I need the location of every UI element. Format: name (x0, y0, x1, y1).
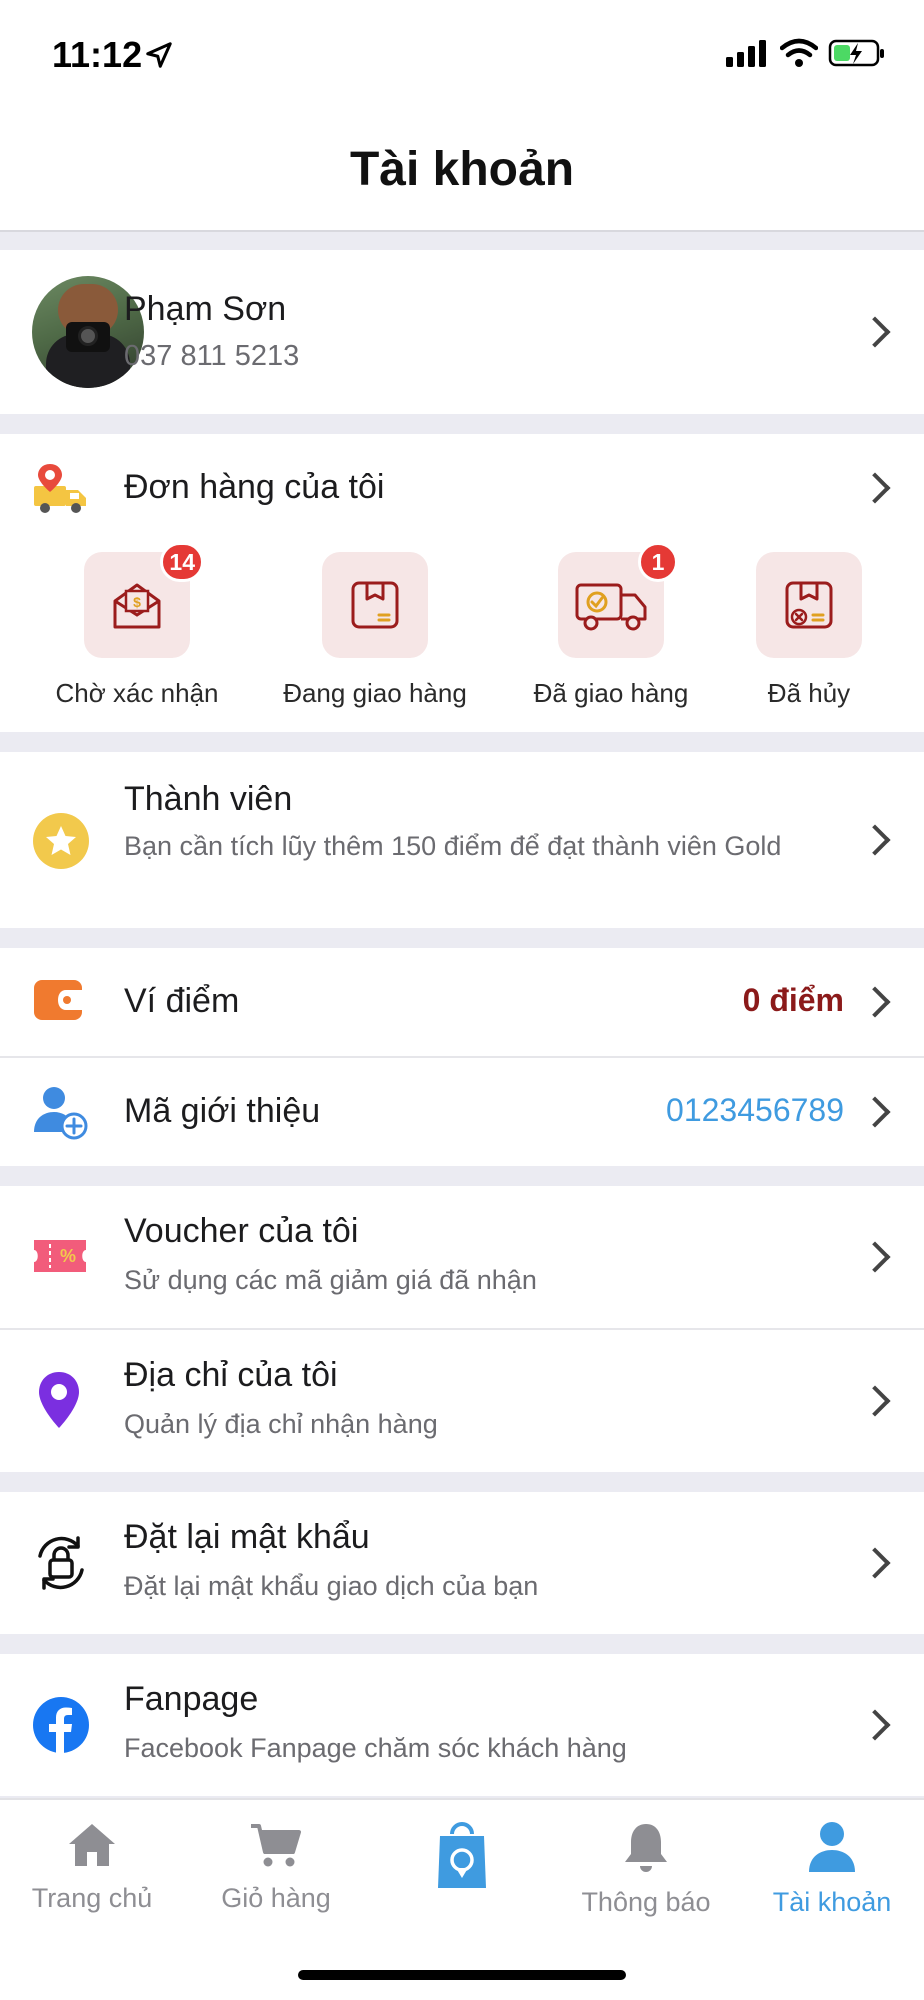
chevron-right-icon (859, 1547, 891, 1579)
lock-reset-icon (38, 1536, 84, 1590)
home-icon (69, 1824, 115, 1866)
status-icons (726, 38, 886, 68)
fanpage-title: Fanpage (124, 1680, 259, 1718)
battery-icon (828, 39, 884, 67)
membership-subtitle: Bạn cần tích lũy thêm 150 điểm để đạt th… (124, 831, 782, 861)
chevron-right-icon (859, 472, 891, 504)
bell-icon (625, 1824, 667, 1872)
order-status-label: Chờ xác nhận (55, 678, 219, 708)
address-subtitle: Quản lý địa chỉ nhận hàng (124, 1409, 438, 1439)
status-time: 11:12 (52, 34, 143, 75)
membership-row[interactable]: Thành viên Bạn cần tích lũy thêm 150 điể… (0, 752, 924, 928)
address-row[interactable]: Địa chỉ của tôi Quản lý địa chỉ nhận hàn… (0, 1330, 924, 1472)
order-badge-pending: 14 (160, 542, 204, 582)
star-badge-icon (33, 813, 89, 869)
referral-code-value: 0123456789 (666, 1092, 844, 1128)
order-status-cancelled[interactable]: Đã hủy (704, 552, 914, 709)
reset-password-row[interactable]: Đặt lại mật khẩu Đặt lại mật khẩu giao d… (0, 1492, 924, 1634)
wifi-icon (780, 38, 818, 67)
chevron-right-icon (859, 1096, 891, 1128)
address-title: Địa chỉ của tôi (124, 1356, 338, 1394)
facebook-icon (33, 1697, 89, 1754)
voucher-title: Voucher của tôi (124, 1212, 359, 1250)
tab-label: Tài khoản (772, 1887, 892, 1917)
svg-text:$: $ (133, 594, 141, 610)
profile-phone: 037 811 5213 (124, 340, 300, 372)
order-status-label: Đang giao hàng (283, 678, 467, 708)
tab-label: Giỏ hàng (221, 1883, 331, 1913)
order-status-shipping[interactable]: Đang giao hàng (270, 552, 480, 709)
reset-password-subtitle: Đặt lại mật khẩu giao dịch của bạn (124, 1571, 539, 1601)
wallet-points-value: 0 điểm (742, 982, 844, 1018)
chevron-right-icon (859, 986, 891, 1018)
fanpage-subtitle: Facebook Fanpage chăm sóc khách hàng (124, 1733, 627, 1763)
order-status-label: Đã hủy (767, 678, 851, 708)
tab-label: Trang chủ (31, 1883, 153, 1913)
voucher-ticket-icon: % (34, 1240, 86, 1272)
voucher-subtitle: Sử dụng các mã giảm giá đã nhận (124, 1265, 537, 1295)
chevron-right-icon (859, 1241, 891, 1273)
profile-name: Phạm Sơn (124, 290, 287, 328)
profile-card[interactable]: Phạm Sơn 037 811 5213 (0, 250, 924, 414)
order-status-pending-box: $ 14 (84, 542, 204, 658)
fanpage-row[interactable]: Fanpage Facebook Fanpage chăm sóc khách … (0, 1654, 924, 1796)
tab-label: Thông báo (581, 1887, 711, 1917)
user-icon (809, 1822, 855, 1872)
location-pin-icon (39, 1372, 79, 1428)
order-status-label: Đã giao hàng (533, 678, 689, 708)
referral-row[interactable]: Mã giới thiệu 0123456789 (0, 1058, 924, 1166)
tab-home[interactable]: Trang chủ (0, 1820, 184, 1914)
tab-notifications[interactable]: Thông báo (554, 1820, 738, 1918)
wallet-icon (34, 980, 82, 1020)
tab-account[interactable]: Tài khoản (740, 1820, 924, 1918)
order-status-delivered[interactable]: 1 Đã giao hàng (506, 542, 716, 709)
referral-title: Mã giới thiệu (124, 1092, 321, 1130)
voucher-row[interactable]: % Voucher của tôi Sử dụng các mã giảm gi… (0, 1186, 924, 1328)
order-status-pending[interactable]: $ 14 Chờ xác nhận (32, 542, 242, 709)
location-arrow-icon (146, 42, 172, 68)
add-user-icon (34, 1087, 88, 1140)
tab-shop[interactable] (370, 1820, 554, 1903)
chevron-right-icon (859, 1709, 891, 1741)
cart-icon (251, 1824, 301, 1867)
tab-cart[interactable]: Giỏ hàng (184, 1820, 368, 1914)
chevron-right-icon (859, 1385, 891, 1417)
orders-header-row[interactable]: Đơn hàng của tôi (0, 434, 924, 542)
order-status-delivered-box: 1 (558, 542, 678, 658)
wallet-title: Ví điểm (124, 982, 240, 1020)
chevron-right-icon (859, 824, 891, 856)
shopping-bag-icon (438, 1822, 486, 1888)
cancelled-box-icon (785, 581, 833, 629)
reset-password-title: Đặt lại mật khẩu (124, 1518, 370, 1556)
wallet-row[interactable]: Ví điểm 0 điểm (0, 948, 924, 1056)
chevron-right-icon (859, 316, 891, 348)
orders-title: Đơn hàng của tôi (124, 468, 385, 506)
order-status-cancelled-box (756, 552, 862, 658)
order-status-shipping-box (322, 552, 428, 658)
order-badge-delivered: 1 (638, 542, 678, 582)
money-envelope-icon: $ (113, 583, 161, 629)
page-title: Tài khoản (349, 143, 575, 196)
svg-text:%: % (60, 1246, 76, 1266)
home-indicator (298, 1970, 626, 1980)
signal-icon (726, 40, 766, 67)
orders-card: Đơn hàng của tôi $ 14 Chờ xác nhận Đang … (0, 434, 924, 732)
membership-title: Thành viên (124, 780, 293, 818)
package-box-icon (351, 581, 399, 629)
delivery-truck-icon (34, 464, 86, 513)
delivered-truck-icon (575, 583, 647, 631)
